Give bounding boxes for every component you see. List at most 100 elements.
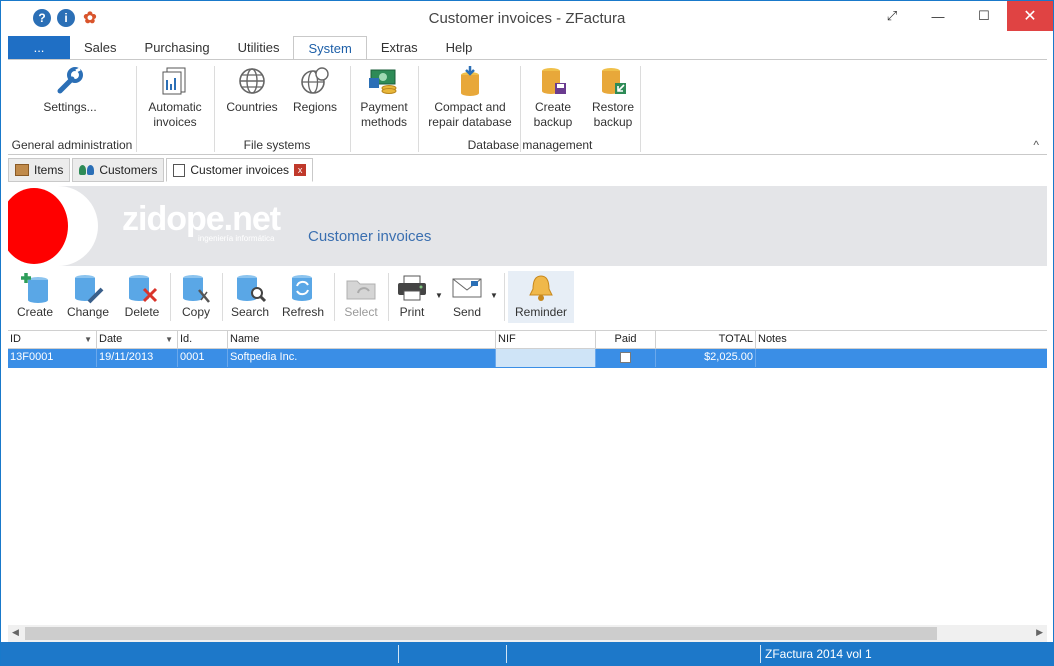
horizontal-scrollbar[interactable]: ◀ ▶ bbox=[8, 625, 1047, 642]
column-header-id-label: ID bbox=[10, 333, 21, 345]
fullscreen-button[interactable]: ⤢ bbox=[869, 1, 915, 31]
payment-methods-button[interactable]: Payment methods bbox=[356, 66, 412, 130]
ribbon-separator bbox=[418, 66, 419, 152]
close-tab-icon[interactable]: x bbox=[294, 164, 307, 176]
select-label: Select bbox=[344, 305, 378, 319]
regions-button[interactable]: Regions bbox=[286, 66, 344, 115]
search-button[interactable]: Search bbox=[226, 271, 274, 323]
refresh-button[interactable]: Refresh bbox=[278, 271, 328, 323]
automatic-invoices-label-2: invoices bbox=[153, 115, 197, 129]
countries-button[interactable]: Countries bbox=[222, 66, 282, 115]
status-version: ZFactura 2014 vol 1 bbox=[765, 647, 872, 661]
scrollbar-thumb[interactable] bbox=[25, 627, 937, 640]
tab-purchasing[interactable]: Purchasing bbox=[131, 36, 224, 60]
paid-checkbox[interactable] bbox=[620, 351, 631, 363]
select-button[interactable]: Select bbox=[338, 271, 384, 323]
document-tabs: Items Customers Customer invoices x bbox=[8, 158, 314, 182]
status-separator bbox=[398, 645, 399, 663]
toolbar-separator bbox=[388, 273, 389, 321]
doc-tab-customer-invoices[interactable]: Customer invoices x bbox=[166, 158, 314, 182]
print-dropdown-icon[interactable]: ▼ bbox=[435, 291, 443, 300]
tab-help[interactable]: Help bbox=[432, 36, 487, 60]
box-icon bbox=[15, 164, 29, 176]
regions-globe-icon bbox=[286, 66, 344, 96]
toolbar-separator bbox=[334, 273, 335, 321]
column-header-total[interactable]: TOTAL bbox=[656, 331, 756, 349]
create-backup-label-2: backup bbox=[533, 115, 573, 129]
automatic-invoices-button[interactable]: Automatic invoices bbox=[144, 66, 206, 130]
ribbon-separator bbox=[640, 66, 641, 152]
restore-backup-label-2: backup bbox=[593, 115, 633, 129]
payment-methods-label-2: methods bbox=[360, 115, 408, 129]
column-header-date[interactable]: Date ▼ bbox=[97, 331, 178, 349]
tab-file[interactable]: ... bbox=[8, 36, 70, 60]
column-header-date-label: Date bbox=[99, 333, 123, 345]
change-button[interactable]: Change bbox=[64, 271, 112, 323]
restore-backup-button[interactable]: Restore backup bbox=[584, 66, 642, 130]
status-separator bbox=[506, 645, 507, 663]
folder-select-icon bbox=[338, 271, 384, 305]
group-label-file-systems: File systems bbox=[243, 138, 311, 152]
database-save-icon bbox=[526, 66, 580, 96]
create-button[interactable]: Create bbox=[12, 271, 58, 323]
column-header-nif[interactable]: NIF bbox=[496, 331, 596, 349]
create-backup-button[interactable]: Create backup bbox=[526, 66, 580, 130]
settings-button[interactable]: Settings... bbox=[38, 66, 102, 115]
toolbar-separator bbox=[222, 273, 223, 321]
scroll-left-icon[interactable]: ◀ bbox=[12, 627, 19, 638]
group-label-general: General administration bbox=[11, 138, 133, 152]
ribbon-separator bbox=[136, 66, 137, 152]
invoice-icon bbox=[173, 163, 186, 177]
close-button[interactable]: ✕ bbox=[1007, 1, 1053, 31]
collapse-ribbon-icon[interactable]: ^ bbox=[1033, 138, 1039, 152]
copy-button[interactable]: Copy bbox=[174, 271, 218, 323]
maximize-button[interactable]: ☐ bbox=[961, 1, 1007, 31]
print-button[interactable]: Print bbox=[392, 271, 432, 323]
invoices-grid: ID ▼ Date ▼ Id. Name NIF Paid TOTAL Notes … bbox=[8, 330, 1047, 625]
tab-sales[interactable]: Sales bbox=[70, 36, 131, 60]
cell-nif[interactable] bbox=[496, 349, 596, 367]
grid-toolbar: Create Change Delete Copy Search Refresh… bbox=[8, 269, 1047, 325]
status-separator bbox=[760, 645, 761, 663]
toolbar-separator bbox=[170, 273, 171, 321]
send-dropdown-icon[interactable]: ▼ bbox=[490, 291, 498, 300]
banner-title: Customer invoices bbox=[308, 228, 432, 245]
database-search-icon bbox=[226, 271, 274, 305]
cell-idn: 0001 bbox=[178, 349, 228, 367]
send-button[interactable]: Send bbox=[446, 271, 488, 323]
compact-repair-button[interactable]: Compact and repair database bbox=[424, 66, 516, 130]
column-header-name[interactable]: Name bbox=[228, 331, 496, 349]
tab-utilities[interactable]: Utilities bbox=[224, 36, 294, 60]
app-window: ? i ✿ Customer invoices - ZFactura ⤢ — ☐… bbox=[0, 0, 1054, 666]
regions-label: Regions bbox=[292, 100, 338, 114]
column-header-notes[interactable]: Notes bbox=[756, 331, 1047, 349]
minimize-button[interactable]: — bbox=[915, 1, 961, 31]
ribbon-panel: Settings... General administration Autom… bbox=[8, 59, 1047, 155]
doc-tab-items-label: Items bbox=[34, 163, 64, 177]
column-header-paid[interactable]: Paid bbox=[596, 331, 656, 349]
automatic-invoices-icon bbox=[144, 66, 206, 96]
brand-tagline: ingeniería informática bbox=[198, 234, 275, 243]
scroll-right-icon[interactable]: ▶ bbox=[1036, 627, 1043, 638]
doc-tab-items[interactable]: Items bbox=[8, 158, 71, 182]
cell-total: $2,025.00 bbox=[656, 349, 756, 367]
compact-repair-label-2: repair database bbox=[428, 115, 512, 129]
bell-icon bbox=[508, 271, 574, 305]
doc-tab-customers[interactable]: Customers bbox=[72, 158, 165, 182]
cell-date: 19/11/2013 bbox=[97, 349, 178, 367]
tab-extras[interactable]: Extras bbox=[367, 36, 432, 60]
delete-button[interactable]: Delete bbox=[118, 271, 166, 323]
module-banner: zidope.net ingeniería informática Custom… bbox=[8, 186, 1047, 266]
column-header-idn[interactable]: Id. bbox=[178, 331, 228, 349]
cell-notes bbox=[756, 349, 1047, 367]
copy-label: Copy bbox=[181, 305, 210, 319]
reminder-button[interactable]: Reminder bbox=[508, 271, 574, 323]
table-row[interactable]: 13F0001 19/11/2013 0001 Softpedia Inc. $… bbox=[8, 349, 1047, 368]
column-header-id[interactable]: ID ▼ bbox=[8, 331, 97, 349]
globe-icon bbox=[222, 66, 282, 96]
refresh-label: Refresh bbox=[281, 305, 325, 319]
doc-tab-invoices-label: Customer invoices bbox=[190, 163, 290, 177]
delete-label: Delete bbox=[124, 305, 160, 319]
payment-methods-label-1: Payment bbox=[360, 100, 408, 114]
tab-system[interactable]: System bbox=[293, 36, 367, 60]
